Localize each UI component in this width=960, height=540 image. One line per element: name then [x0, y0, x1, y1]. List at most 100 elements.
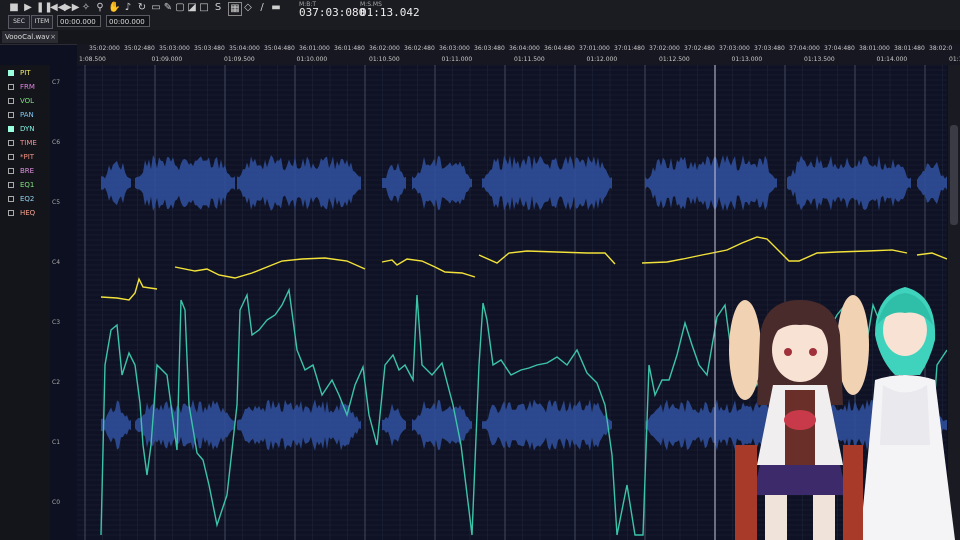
- ruler-tick-measure: 36:01:000: [299, 45, 330, 52]
- play-icon[interactable]: ▶: [22, 2, 34, 14]
- ruler-tick-time: 01:14.000: [876, 56, 908, 63]
- ruler-tick-measure: 38:01:480: [894, 45, 925, 52]
- ruler-tick-measure: 37:01:000: [579, 45, 610, 52]
- param-checkbox[interactable]: [8, 70, 14, 76]
- pause-icon[interactable]: ❚❚: [36, 2, 53, 14]
- param-checkbox[interactable]: [8, 168, 14, 174]
- ruler-tick-measure: 37:03:480: [754, 45, 785, 52]
- ruler-tick-time: 01:13.500: [804, 56, 835, 63]
- ruler-tick-measure: 35:04:000: [229, 45, 260, 52]
- param-dyn[interactable]: DYN: [8, 123, 35, 135]
- scroll-thumb[interactable]: [950, 125, 958, 225]
- marker-icon[interactable]: ◪: [186, 2, 198, 14]
- ruler-tick-measure: 35:02:480: [124, 45, 155, 52]
- tab-bar: VoooCal.wav ×: [0, 30, 960, 45]
- param-vol[interactable]: VOL: [8, 95, 34, 107]
- ruler-tick-time: 01:10.000: [296, 56, 328, 63]
- ruler-tick-time: 01:12.500: [659, 56, 690, 63]
- ruler-tick-measure: 36:04:480: [544, 45, 575, 52]
- fast-forward-icon[interactable]: ▶▶: [64, 2, 79, 14]
- ruler-tick-measure: 36:01:480: [334, 45, 365, 52]
- scrub-icon[interactable]: ✧: [80, 2, 92, 14]
- param-label: HEQ: [20, 209, 36, 217]
- param-heq[interactable]: HEQ: [8, 207, 35, 219]
- close-icon[interactable]: ×: [50, 31, 56, 43]
- param-label: TIME: [20, 139, 37, 147]
- ruler-tick-time: 1:08.500: [79, 56, 106, 63]
- ruler-tick-measure: 37:03:000: [719, 45, 750, 52]
- item-button[interactable]: ITEM: [31, 15, 53, 29]
- note-label-c2: C2: [52, 379, 61, 386]
- zoom-icon[interactable]: ⚲: [94, 2, 106, 14]
- ruler-tick-measure: 35:02:000: [89, 45, 120, 52]
- eraser-icon[interactable]: ◇: [242, 2, 254, 14]
- ruler-tick-measure: 35:03:480: [194, 45, 225, 52]
- rect-select-icon[interactable]: ▢: [174, 2, 186, 14]
- note-label-c7: C7: [52, 79, 61, 86]
- param-label: VOL: [20, 97, 35, 105]
- ruler-tick-time: 01:11.500: [514, 56, 545, 63]
- param-eq2[interactable]: EQ2: [8, 193, 34, 205]
- ruler-tick-time: 01:09.500: [224, 56, 255, 63]
- msms-value: 01:13.042: [360, 6, 420, 19]
- note-label-c3: C3: [52, 319, 61, 326]
- sec-button[interactable]: SEC: [8, 15, 30, 29]
- param-time[interactable]: TIME: [8, 137, 37, 149]
- note-label-c1: C1: [52, 439, 61, 446]
- ruler-tick-time: 01:11.000: [441, 56, 473, 63]
- ruler-tick-time: 01:09.000: [151, 56, 183, 63]
- param-starpit[interactable]: *PIT: [8, 151, 34, 163]
- ruler-tick-measure: 37:04:480: [824, 45, 855, 52]
- param-frm[interactable]: FRM: [8, 81, 35, 93]
- ruler-tick-measure: 35:03:000: [159, 45, 190, 52]
- note-label-c0: C0: [52, 499, 61, 506]
- param-checkbox[interactable]: [8, 98, 14, 104]
- character-overlay: [729, 287, 955, 540]
- ruler-tick-time: 01:10.500: [369, 56, 400, 63]
- param-label: BRE: [20, 167, 35, 175]
- param-label: *PIT: [20, 153, 35, 161]
- stop-icon[interactable]: ■: [8, 2, 20, 14]
- param-bre[interactable]: BRE: [8, 165, 34, 177]
- param-eq1[interactable]: EQ1: [8, 179, 34, 191]
- volume-icon[interactable]: ♪: [122, 2, 134, 14]
- select-icon[interactable]: ▭: [150, 2, 162, 14]
- param-pan[interactable]: PAN: [8, 109, 34, 121]
- ruler-tick-measure: 36:02:480: [404, 45, 435, 52]
- param-checkbox[interactable]: [8, 84, 14, 90]
- param-checkbox[interactable]: [8, 154, 14, 160]
- ruler-tick-measure: 37:02:000: [649, 45, 680, 52]
- hand-icon[interactable]: ✋: [108, 2, 120, 14]
- ruler-tick-measure: 38:01:000: [859, 45, 890, 52]
- comment-icon[interactable]: □: [198, 2, 210, 14]
- param-checkbox[interactable]: [8, 112, 14, 118]
- split-icon[interactable]: S: [212, 2, 224, 14]
- param-checkbox[interactable]: [8, 126, 14, 132]
- pencil-icon[interactable]: ✎: [162, 2, 174, 14]
- ruler-tick-measure: 38:02:0: [929, 45, 953, 52]
- param-checkbox[interactable]: [8, 182, 14, 188]
- timeline-ruler[interactable]: 35:02:000 35:02:480 35:03:000 35:03:480 35:0…: [77, 44, 960, 65]
- param-pit[interactable]: PIT: [8, 67, 31, 79]
- param-label: DYN: [20, 125, 35, 133]
- tab-voocal[interactable]: VoooCal.wav ×: [2, 31, 58, 43]
- param-checkbox[interactable]: [8, 210, 14, 216]
- curve-icon[interactable]: ▬: [270, 2, 282, 14]
- ruler-tick-time: 01:13.000: [731, 56, 763, 63]
- line-icon[interactable]: /: [256, 2, 268, 14]
- note-label-c4: C4: [52, 259, 61, 266]
- param-checkbox[interactable]: [8, 196, 14, 202]
- loop-icon[interactable]: ↻: [136, 2, 148, 14]
- ruler-tick-time: 01:14.500: [949, 56, 960, 63]
- end-time-input[interactable]: 00:00.000: [106, 15, 150, 27]
- param-checkbox[interactable]: [8, 140, 14, 146]
- character-left: [729, 295, 869, 540]
- rewind-icon[interactable]: ◀◀: [50, 2, 65, 14]
- param-label: PAN: [20, 111, 34, 119]
- start-time-input[interactable]: 00:00.000: [57, 15, 101, 27]
- tab-label: VoooCal.wav: [5, 33, 50, 41]
- param-label: PIT: [20, 69, 31, 77]
- grid-icon[interactable]: ▦: [228, 2, 242, 16]
- ruler-tick-measure: 36:04:000: [509, 45, 540, 52]
- ruler-tick-time: 01:12.000: [586, 56, 618, 63]
